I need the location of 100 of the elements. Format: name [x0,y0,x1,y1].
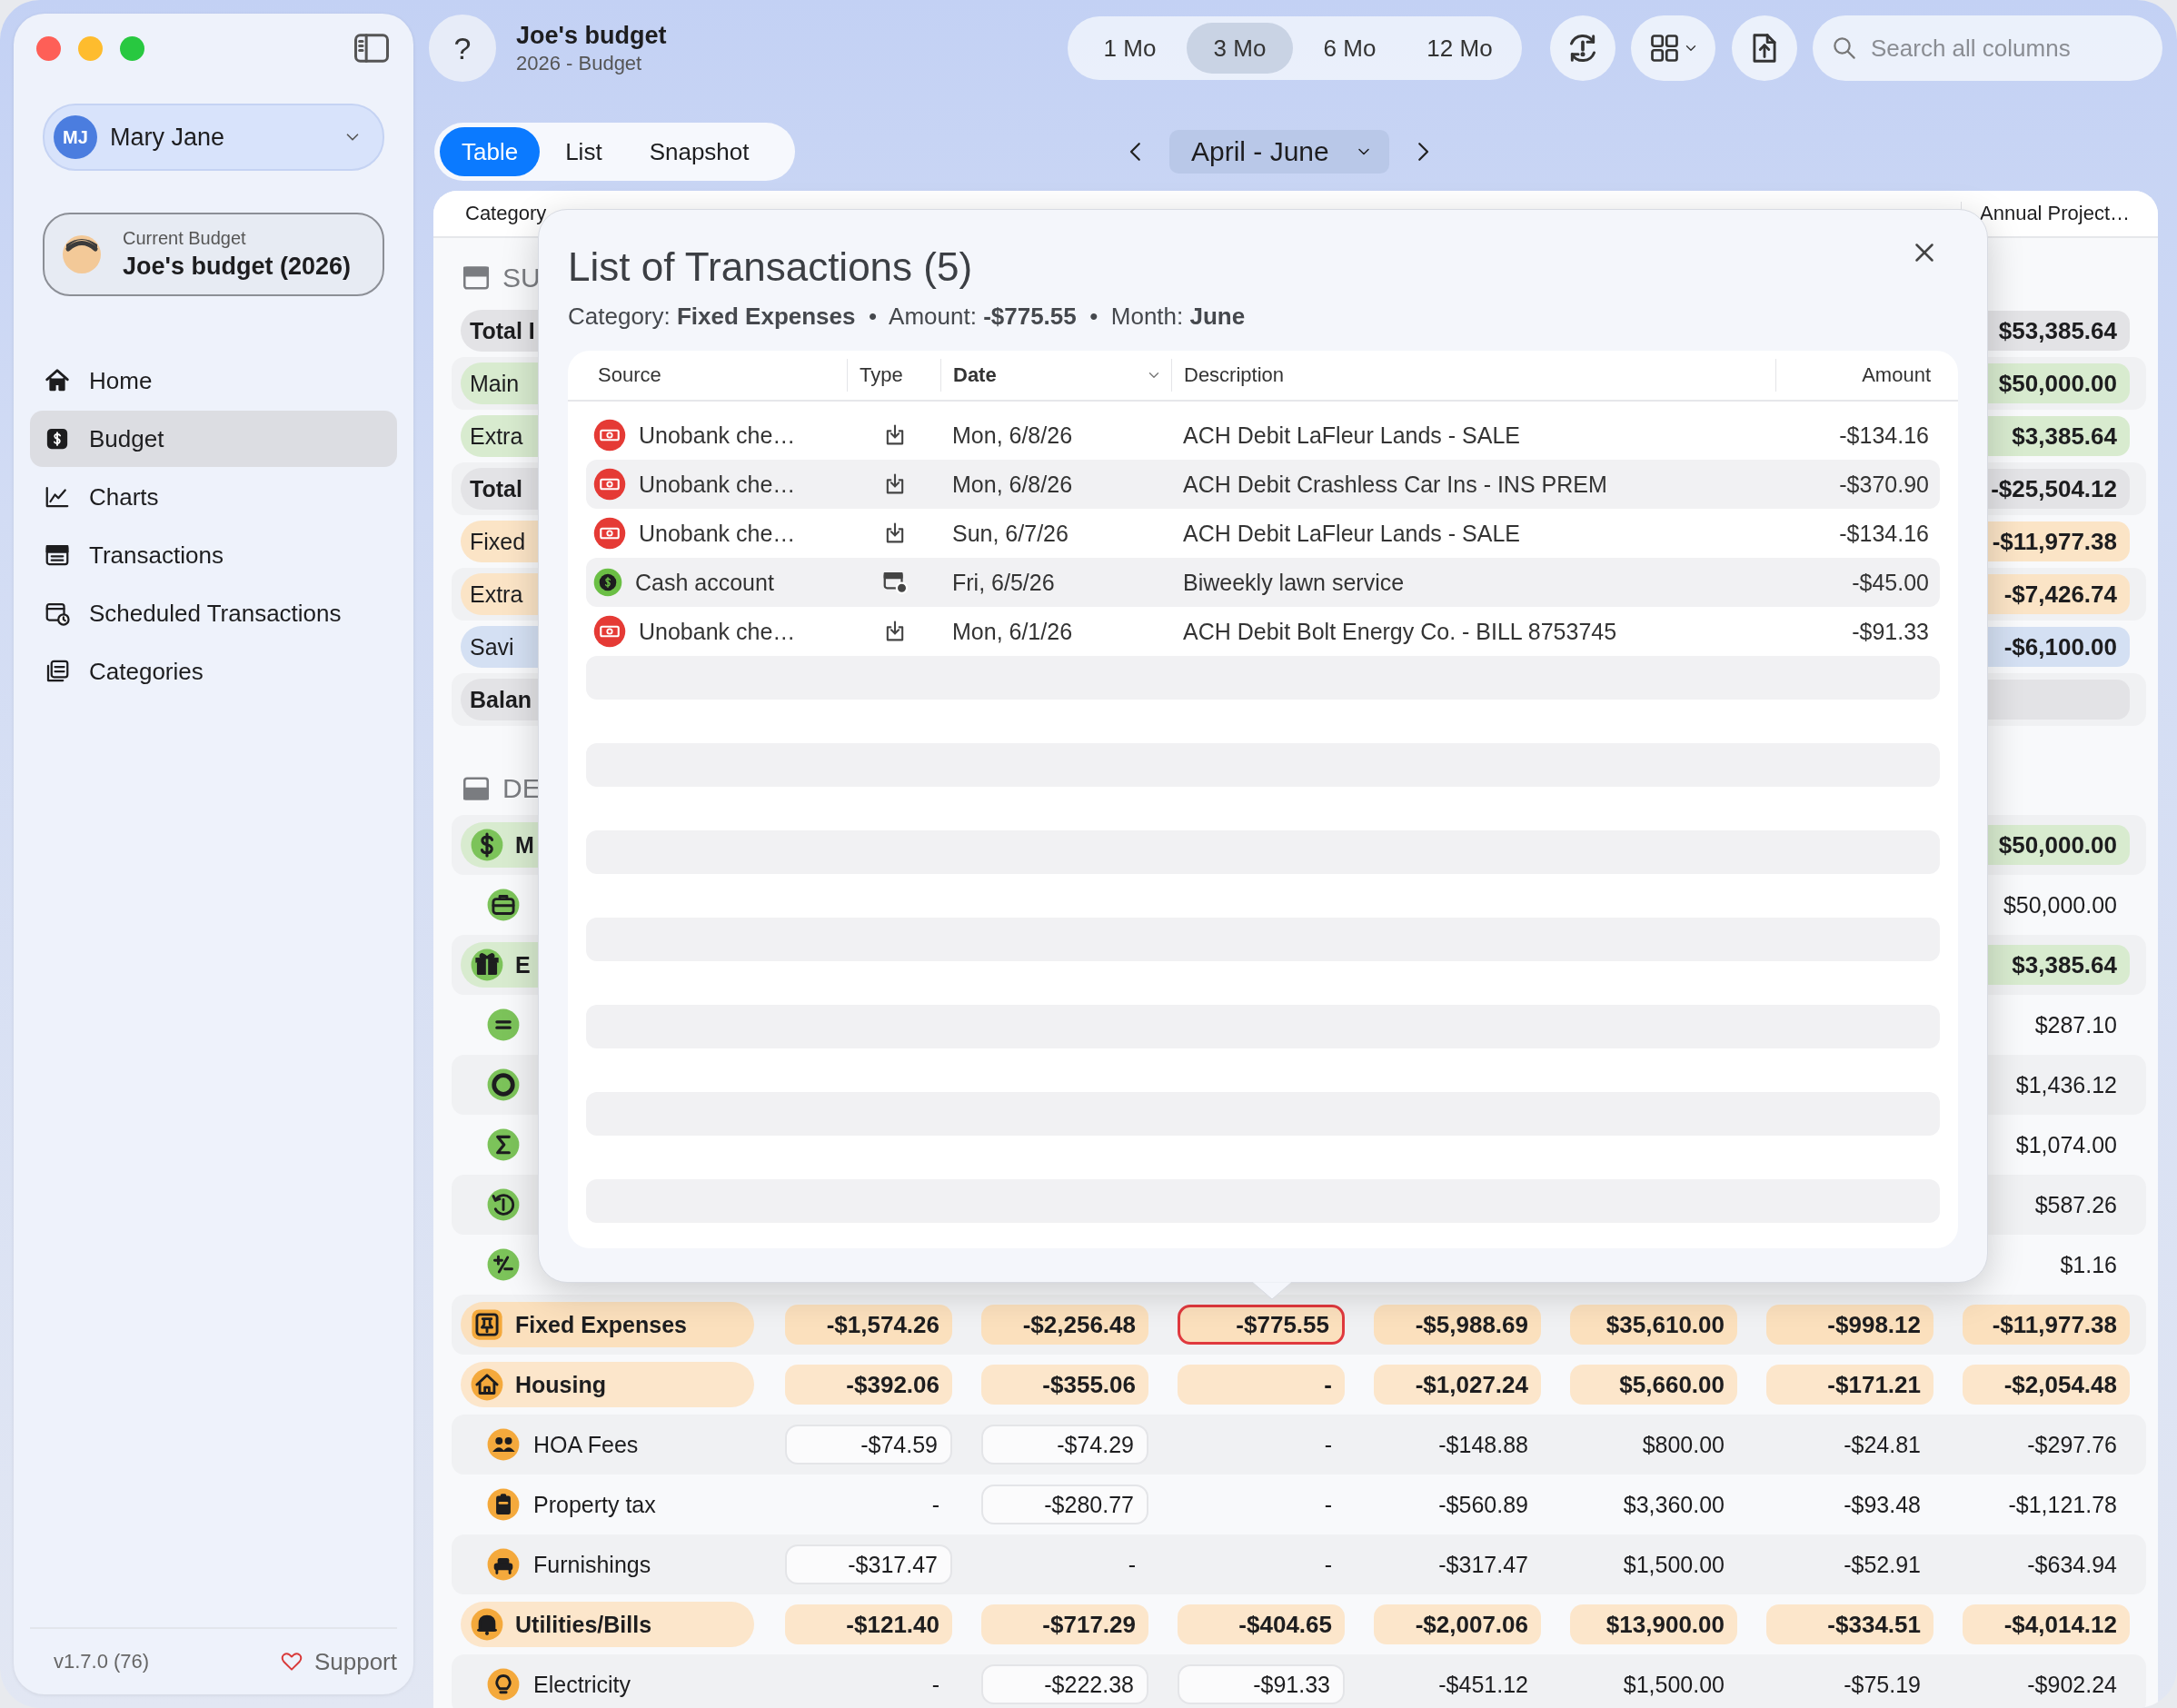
value-cell[interactable]: $5,660.00 [1570,1365,1737,1405]
value-cell[interactable]: -$171.21 [1766,1365,1933,1405]
sidebar-item[interactable]: Transactions [30,527,397,583]
source-cell: Cash account [635,569,774,596]
amount-cell-text: -$91.33 [1851,618,1930,645]
value-cell[interactable]: -$1,574.26 [785,1305,952,1345]
sidebar-item[interactable]: Charts [30,469,397,525]
column-header[interactable]: Amount [1776,359,1940,392]
view-tab[interactable]: Table [440,127,541,176]
search-icon [1831,35,1858,62]
value-cell[interactable]: -$24.81 [1766,1425,1933,1465]
value-cell[interactable]: -$93.48 [1766,1485,1933,1524]
value-cell[interactable]: - [1178,1544,1345,1584]
view-tab[interactable]: List [543,127,624,176]
value-cell[interactable]: -$75.19 [1766,1664,1933,1704]
category-name: Furnishings [533,1551,651,1578]
value-cell[interactable]: -$74.29 [981,1425,1148,1465]
source-cell: Unobank che… [639,422,796,449]
value-cell[interactable]: -$451.12 [1374,1664,1541,1704]
value-cell[interactable]: -$2,007.06 [1374,1604,1541,1644]
category-name: M [515,831,534,859]
value-cell[interactable]: -$280.77 [981,1485,1148,1524]
value-cell[interactable]: -$392.06 [785,1365,952,1405]
budget-label: Current Budget [123,228,247,249]
category-pill[interactable]: Utilities/Bills [461,1602,754,1647]
description-cell-text: ACH Debit Crashless Car Ins - INS PREM [1182,471,1608,498]
period-option[interactable]: 6 Mo [1297,23,1403,74]
column-header[interactable]: Description [1172,359,1776,392]
description-cell-text: ACH Debit LaFleur Lands - SALE [1182,422,1521,449]
sidebar-item[interactable]: Budget [30,411,397,467]
value-cell[interactable]: -$334.51 [1766,1604,1933,1644]
source-cell: Unobank che… [639,520,796,547]
value-cell[interactable]: -$148.88 [1374,1425,1541,1465]
category-name: Electricity [533,1671,631,1698]
user-selector[interactable]: MJ Mary Jane [43,104,384,171]
value-cell[interactable]: -$1,121.78 [1963,1485,2130,1524]
value-cell[interactable]: -$2,054.48 [1963,1365,2130,1405]
value-cell[interactable]: -$222.38 [981,1664,1148,1704]
value-cell[interactable]: -$560.89 [1374,1485,1541,1524]
column-header[interactable]: Source [586,359,848,392]
value-cell[interactable]: $13,900.00 [1570,1604,1737,1644]
value-cell[interactable]: $800.00 [1570,1425,1737,1465]
value-cell[interactable]: -$5,988.69 [1374,1305,1541,1345]
budget-title: Joe's budget [516,21,667,50]
value-cell[interactable]: -$121.40 [785,1604,952,1644]
value-cell[interactable]: -$1,027.24 [1374,1365,1541,1405]
popover-title: List of Transactions (5) [568,244,973,291]
value-cell[interactable]: -$634.94 [1963,1544,2130,1584]
value-cell[interactable]: -$52.91 [1766,1544,1933,1584]
sidebar-item[interactable]: Home [30,353,397,409]
sidebar-item[interactable]: Scheduled Transactions [30,585,397,641]
value-cell[interactable]: -$717.29 [981,1604,1148,1644]
value-cell[interactable]: -$4,014.12 [1963,1604,2130,1644]
description-cell-text: Biweekly lawn service [1182,569,1406,596]
value-cell[interactable]: - [981,1544,1148,1584]
value-cell[interactable]: -$775.55 [1178,1305,1345,1345]
category-pill[interactable]: Fixed Expenses [461,1302,754,1347]
current-budget-button[interactable]: Current Budget Joe's budget (2026) [43,213,384,296]
column-header[interactable]: Date [941,359,1172,392]
category-name: Total [470,475,522,502]
value-cell[interactable]: $3,360.00 [1570,1485,1737,1524]
view-tab[interactable]: Snapshot [627,127,771,176]
value-cell[interactable]: - [1178,1425,1345,1465]
column-header[interactable]: Type [848,359,941,392]
period-option[interactable]: 1 Mo [1077,23,1183,74]
value-cell[interactable]: -$317.47 [1374,1544,1541,1584]
category-name: Property tax [533,1491,656,1518]
value-cell[interactable]: - [785,1485,952,1524]
search-field[interactable]: Search all columns [1813,15,2162,81]
banknote-icon [593,615,626,648]
support-link[interactable]: Support [279,1647,397,1676]
value-cell[interactable]: - [785,1664,952,1704]
period-option[interactable]: 12 Mo [1407,23,1513,74]
value-cell[interactable]: -$998.12 [1766,1305,1933,1345]
value-cell[interactable]: - [1178,1485,1345,1524]
value-cell[interactable]: -$297.76 [1963,1425,2130,1465]
sidebar-item[interactable]: Categories [30,643,397,700]
period-option[interactable]: 3 Mo [1187,23,1293,74]
category-pill[interactable]: Housing [461,1362,754,1407]
date-cell-text: Mon, 6/8/26 [951,422,1074,449]
banknote-icon [593,419,626,452]
value-cell[interactable]: -$902.24 [1963,1664,2130,1704]
value-cell[interactable]: -$74.59 [785,1425,952,1465]
value-cell[interactable]: -$2,256.48 [981,1305,1148,1345]
budget-name: Joe's budget (2026) [123,253,351,281]
value-cell[interactable]: -$355.06 [981,1365,1148,1405]
value-cell[interactable]: -$317.47 [785,1544,952,1584]
value-cell[interactable]: -$404.65 [1178,1604,1345,1644]
close-window-button[interactable] [36,35,61,61]
value-cell[interactable]: -$11,977.38 [1963,1305,2130,1345]
value-cell[interactable]: $35,610.00 [1570,1305,1737,1345]
house-icon [470,1367,504,1402]
value-cell[interactable]: $1,500.00 [1570,1664,1737,1704]
value-cell[interactable]: -$91.33 [1178,1664,1345,1704]
bell-icon [470,1607,504,1642]
value-cell[interactable]: $1,500.00 [1570,1544,1737,1584]
help-button[interactable]: ? [429,15,496,82]
date-range-picker[interactable]: April - June [1169,130,1389,174]
sidebar-toggle-icon[interactable] [353,33,390,64]
value-cell[interactable]: - [1178,1365,1345,1405]
